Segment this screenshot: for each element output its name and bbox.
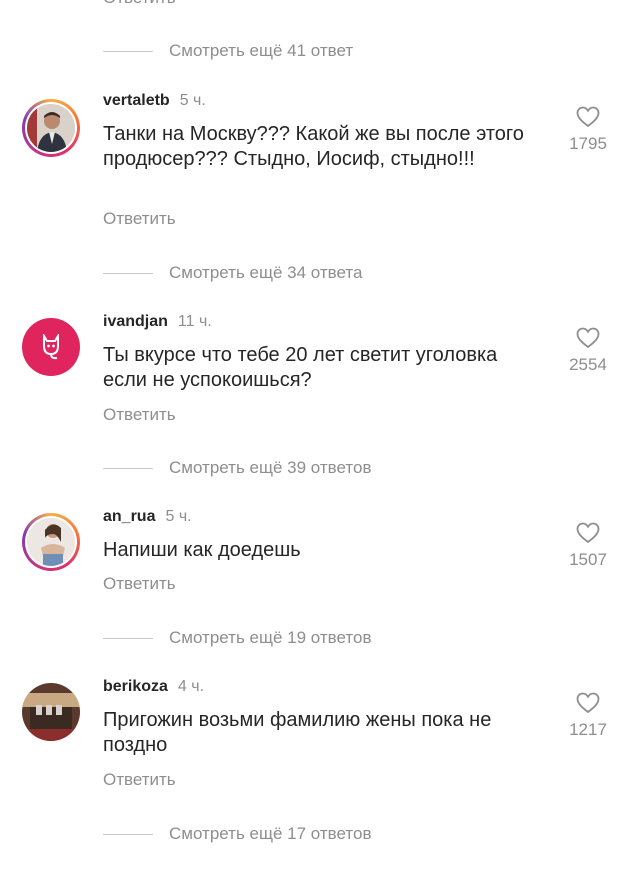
- timestamp: 4 ч.: [177, 678, 205, 695]
- comment-text: Танки на Москву??? Какой же вы после это…: [103, 123, 524, 170]
- divider-line: [103, 467, 153, 469]
- avatar-photo: [27, 104, 75, 152]
- divider-line: [103, 50, 153, 52]
- username[interactable]: ivandjan: [103, 313, 168, 331]
- avatar-photo: [22, 683, 80, 741]
- timestamp: 11 ч.: [177, 313, 212, 330]
- comment-meta: berikoza 4 ч.: [103, 678, 204, 696]
- view-more-replies-label: Смотреть ещё 39 ответов: [169, 458, 372, 477]
- username[interactable]: vertaletb: [103, 92, 170, 110]
- divider-line: [103, 637, 153, 639]
- like-button[interactable]: 1507: [560, 522, 616, 570]
- like-count: 2554: [569, 355, 607, 374]
- username[interactable]: an_rua: [103, 508, 155, 526]
- username[interactable]: berikoza: [103, 678, 168, 696]
- timestamp: 5 ч.: [179, 92, 206, 109]
- reply-button[interactable]: Ответить: [103, 574, 176, 594]
- heart-outline-icon[interactable]: [576, 522, 600, 544]
- divider-line: [103, 833, 153, 835]
- comment-text: Пригожин возьми фамилию жены пока не поз…: [103, 709, 492, 756]
- comment-meta: ivandjan 11 ч.: [103, 313, 212, 331]
- reply-button[interactable]: Ответить: [103, 0, 176, 8]
- view-more-replies-button[interactable]: Смотреть ещё 39 ответов: [103, 456, 371, 480]
- like-button[interactable]: 1217: [560, 692, 616, 740]
- avatar-photo: [27, 518, 75, 566]
- avatar[interactable]: [22, 513, 80, 571]
- divider-line: [103, 272, 153, 274]
- like-button[interactable]: 2554: [560, 327, 616, 375]
- like-count: 1217: [569, 720, 607, 739]
- view-more-replies-label: Смотреть ещё 19 ответов: [169, 628, 372, 647]
- comment-text: Напиши как доедешь: [103, 539, 301, 561]
- like-button[interactable]: 1795: [560, 106, 616, 154]
- view-more-replies-button[interactable]: Смотреть ещё 34 ответа: [103, 261, 362, 285]
- comment-meta: an_rua 5 ч.: [103, 508, 192, 526]
- reply-button[interactable]: Ответить: [103, 209, 176, 229]
- avatar[interactable]: [22, 318, 80, 376]
- comment-meta: vertaletb 5 ч.: [103, 92, 206, 110]
- like-count: 1795: [569, 134, 607, 153]
- cat-icon: [43, 334, 59, 360]
- avatar[interactable]: [22, 99, 80, 157]
- heart-outline-icon[interactable]: [576, 692, 600, 714]
- view-more-replies-button[interactable]: Смотреть ещё 41 ответ: [103, 39, 353, 63]
- like-count: 1507: [569, 550, 607, 569]
- reply-button[interactable]: Ответить: [103, 405, 176, 425]
- heart-outline-icon[interactable]: [576, 106, 600, 128]
- reply-button[interactable]: Ответить: [103, 770, 176, 790]
- view-more-replies-button[interactable]: Смотреть ещё 19 ответов: [103, 626, 371, 650]
- avatar[interactable]: [22, 683, 80, 741]
- timestamp: 5 ч.: [165, 508, 192, 525]
- heart-outline-icon[interactable]: [576, 327, 600, 349]
- view-more-replies-label: Смотреть ещё 34 ответа: [169, 263, 363, 282]
- view-more-replies-label: Смотреть ещё 17 ответов: [169, 824, 372, 843]
- comment-text: Ты вкурсе что тебе 20 лет светит уголовк…: [103, 344, 498, 391]
- view-more-replies-button[interactable]: Смотреть ещё 17 ответов: [103, 822, 371, 846]
- view-more-replies-label: Смотреть ещё 41 ответ: [169, 41, 354, 60]
